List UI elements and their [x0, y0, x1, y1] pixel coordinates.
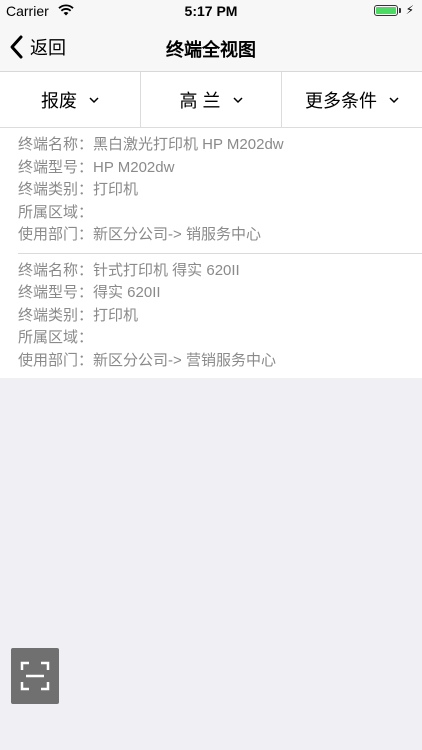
- chevron-down-icon: [89, 96, 99, 103]
- terminal-model-value: HP M202dw: [93, 158, 175, 176]
- chevron-down-icon: [389, 96, 399, 103]
- scan-frame-icon: [20, 661, 50, 691]
- terminal-card[interactable]: 终端名称：黑白激光打印机 HP M202dw 终端型号：HP M202dw 终端…: [0, 128, 422, 253]
- terminal-name-row: 终端名称：黑白激光打印机 HP M202dw: [18, 134, 404, 157]
- terminal-department-row: 使用部门：新区分公司-> 营销服务中心: [18, 350, 404, 373]
- page-title: 终端全视图: [166, 40, 256, 60]
- field-label: 使用部门：: [18, 226, 94, 243]
- terminal-region-row: 所属区域：: [18, 202, 404, 225]
- field-label: 终端型号：: [18, 284, 94, 301]
- filter-status-dropdown[interactable]: 报废: [0, 72, 140, 127]
- navigation-bar: 返回 终端全视图: [0, 22, 422, 72]
- status-time: 5:17 PM: [184, 3, 238, 19]
- filter-more-label: 更多条件: [305, 90, 377, 111]
- terminal-model-row: 终端型号：得实 620II: [18, 282, 404, 305]
- terminal-list: 终端名称：黑白激光打印机 HP M202dw 终端型号：HP M202dw 终端…: [0, 128, 422, 378]
- terminal-category-value: 打印机: [93, 306, 139, 324]
- status-bar: Carrier 5:17 PM ⚡: [0, 0, 422, 22]
- field-label: 终端类别：: [18, 306, 94, 324]
- field-label: 终端型号：: [18, 158, 94, 176]
- terminal-department-value: 新区分公司-> 营销服务中心: [93, 351, 276, 369]
- filter-status-label: 报废: [41, 90, 77, 111]
- battery-icon: [374, 5, 398, 16]
- terminal-department-value: 新区分公司-> 销服务中心: [93, 226, 261, 243]
- terminal-category-value: 打印机: [93, 181, 139, 198]
- field-label: 终端类别：: [18, 181, 94, 198]
- terminal-card[interactable]: 终端名称：针式打印机 得实 620II 终端型号：得实 620II 终端类别：打…: [0, 254, 422, 379]
- terminal-name-value: 针式打印机 得实 620II: [93, 261, 240, 279]
- field-label: 所属区域：: [18, 329, 94, 346]
- field-label: 终端名称：: [18, 136, 94, 153]
- chevron-down-icon: [232, 96, 243, 103]
- filter-more-conditions-dropdown[interactable]: 更多条件: [281, 72, 422, 127]
- terminal-region-row: 所属区域：: [18, 327, 404, 350]
- field-label: 使用部门：: [18, 351, 94, 369]
- field-label: 终端名称：: [18, 261, 94, 279]
- scan-button[interactable]: [11, 648, 59, 704]
- battery-tip: [399, 8, 401, 13]
- terminal-category-row: 终端类别：打印机: [18, 179, 404, 202]
- terminal-name-row: 终端名称：针式打印机 得实 620II: [18, 260, 404, 283]
- terminal-category-row: 终端类别：打印机: [18, 305, 404, 328]
- terminal-department-row: 使用部门：新区分公司-> 销服务中心: [18, 224, 404, 247]
- charging-icon: ⚡: [405, 3, 414, 17]
- filter-second-label: 高 兰: [179, 90, 221, 111]
- terminal-name-value: 黑白激光打印机 HP M202dw: [93, 136, 284, 153]
- filter-second-dropdown[interactable]: 高 兰: [140, 72, 281, 127]
- filter-bar: 报废 高 兰 更多条件: [0, 72, 422, 128]
- terminal-model-value: 得实 620II: [93, 284, 161, 301]
- terminal-model-row: 终端型号：HP M202dw: [18, 157, 404, 180]
- field-label: 所属区域：: [18, 203, 94, 221]
